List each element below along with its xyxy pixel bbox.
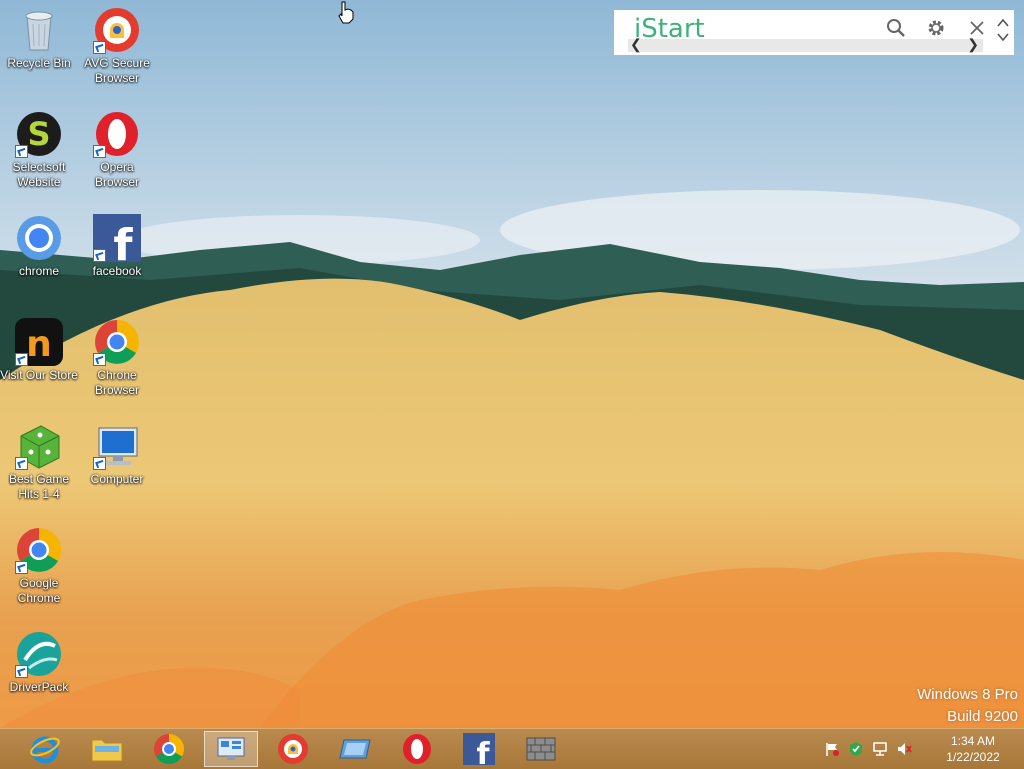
desktop-icon-best-game-hits[interactable]: Best Game Hits 1-4 — [0, 416, 78, 502]
search-icon[interactable] — [885, 17, 907, 39]
shortcut-arrow-icon — [15, 353, 28, 366]
chrome-icon — [15, 214, 63, 262]
chrome-icon — [153, 734, 185, 765]
gear-icon[interactable] — [925, 17, 947, 39]
shortcut-arrow-icon — [93, 457, 106, 470]
desktop-icon-label: Selectsoft Website — [12, 160, 66, 189]
svg-text:f: f — [113, 220, 133, 262]
taskbar-opera[interactable] — [390, 731, 444, 767]
desktop-icon-chrome[interactable]: chrome — [0, 208, 78, 279]
shortcut-arrow-icon — [93, 353, 106, 366]
taskbar-firewall[interactable] — [514, 731, 568, 767]
taskbar-avg-secure-browser[interactable] — [266, 731, 320, 767]
shortcut-arrow-icon — [93, 41, 106, 54]
taskbar-control-panel[interactable] — [204, 731, 258, 767]
desktop-icon-opera-browser[interactable]: Opera Browser — [78, 104, 156, 190]
opera-icon — [93, 110, 141, 158]
taskbar-facebook[interactable]: f — [452, 731, 506, 767]
taskbar-chrome[interactable] — [142, 731, 196, 767]
desktop-icon-chrone-browser[interactable]: Chrone Browser — [78, 312, 156, 398]
recycle-bin-icon — [15, 6, 63, 54]
shortcut-arrow-icon — [15, 145, 28, 158]
taskbar-remote-desktop[interactable] — [328, 731, 382, 767]
shortcut-arrow-icon — [93, 249, 106, 262]
avg-secure-browser-icon — [278, 734, 308, 764]
desktop-icon-recycle-bin[interactable]: Recycle Bin — [0, 0, 78, 71]
svg-text:f: f — [476, 737, 490, 765]
desktop-icon-label: Google Chrome — [17, 576, 61, 605]
desktop-icon-driverpack[interactable]: DriverPack — [0, 624, 78, 695]
facebook-icon: f — [93, 214, 141, 271]
desktop-icon-avg-secure-browser[interactable]: AVG Secure Browser — [78, 0, 156, 86]
desktop-icon-google-chrome[interactable]: Google Chrome — [0, 520, 78, 606]
svg-text:n: n — [26, 324, 52, 365]
network-icon[interactable] — [872, 741, 888, 757]
desktop-icon-selectsoft-website[interactable]: S Selectsoft Website — [0, 104, 78, 190]
chevron-up-icon[interactable] — [996, 16, 1010, 28]
clock-time: 1:34 AM — [950, 734, 996, 748]
svg-text:S: S — [27, 115, 50, 153]
desktop-icon-computer[interactable]: Computer — [78, 416, 156, 487]
desktop-icon-label: Best Game Hits 1-4 — [8, 472, 70, 501]
clock[interactable]: 1:34 AM 1/22/2022 — [938, 733, 1008, 765]
desktop-icon-label: DriverPack — [9, 680, 69, 694]
clock-date: 1/22/2022 — [946, 750, 1000, 764]
taskbar: f 1:34 AM 1/22/2022 — [0, 728, 1024, 769]
flag-icon[interactable] — [824, 741, 840, 757]
istart-toolbar: iStart ❮ ❯ — [614, 10, 1014, 55]
dice-icon — [15, 422, 63, 470]
watermark-edition: Windows 8 Pro — [917, 686, 1018, 703]
avg-secure-browser-icon — [93, 6, 141, 54]
taskbar-internet-explorer[interactable] — [18, 731, 72, 767]
store-icon: n — [15, 318, 63, 366]
taskbar-file-explorer[interactable] — [80, 731, 134, 767]
internet-explorer-icon — [30, 736, 60, 764]
driverpack-icon — [15, 630, 63, 678]
desktop-icon-label: Visit Our Store — [0, 368, 78, 382]
desktop-icon-label: Chrone Browser — [94, 368, 139, 397]
chrome-icon — [93, 318, 141, 366]
desktop-icon-label: Computer — [90, 472, 144, 486]
control-panel-icon — [217, 737, 245, 760]
system-tray: 1:34 AM 1/22/2022 — [816, 729, 1016, 769]
scroll-right-icon[interactable]: ❯ — [967, 36, 979, 53]
desktop-icon-visit-our-store[interactable]: n Visit Our Store — [0, 312, 78, 383]
facebook-icon: f — [463, 733, 495, 765]
volume-muted-icon[interactable] — [896, 741, 912, 757]
desktop-icon-facebook[interactable]: f facebook — [78, 208, 156, 279]
security-check-icon[interactable] — [848, 741, 864, 757]
istart-scrollbar[interactable]: ❮ ❯ — [628, 36, 983, 53]
remote-desktop-icon — [339, 739, 371, 759]
desktop-icon-label: Opera Browser — [94, 160, 139, 189]
shortcut-arrow-icon — [15, 457, 28, 470]
desktop-icon-label: chrome — [18, 264, 59, 278]
chrome-icon — [15, 526, 63, 574]
chevron-down-icon[interactable] — [996, 30, 1010, 42]
scroll-left-icon[interactable]: ❮ — [630, 36, 642, 53]
hand-cursor-icon — [338, 1, 354, 24]
folder-icon — [91, 739, 123, 762]
watermark-build: Build 9200 — [947, 708, 1018, 725]
selectsoft-icon: S — [15, 110, 63, 158]
desktop-icon-label: AVG Secure Browser — [84, 56, 150, 85]
shortcut-arrow-icon — [15, 561, 28, 574]
windows-build-watermark: Windows 8 Pro Build 9200 — [917, 684, 1018, 728]
shortcut-arrow-icon — [93, 145, 106, 158]
shortcut-arrow-icon — [15, 665, 28, 678]
desktop-icon-label: Recycle Bin — [7, 56, 71, 70]
desktop-icon-label: facebook — [92, 264, 142, 278]
firewall-icon — [526, 737, 556, 761]
computer-icon — [93, 422, 141, 470]
opera-icon — [403, 734, 431, 764]
